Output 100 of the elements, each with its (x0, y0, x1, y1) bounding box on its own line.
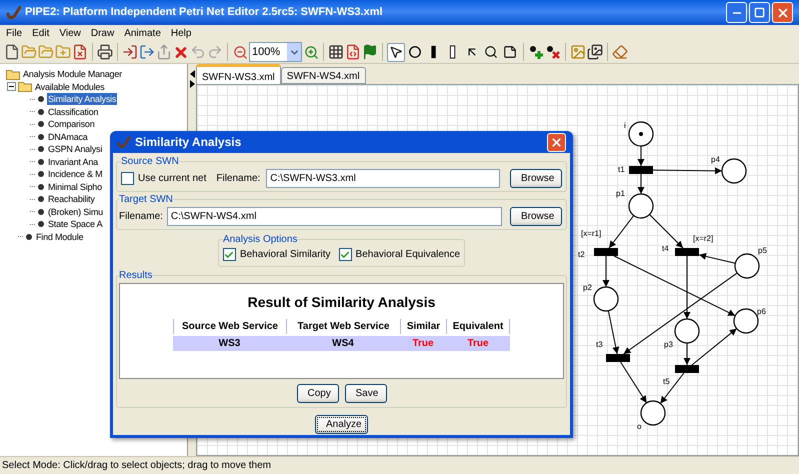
bullet-icon (38, 146, 44, 152)
tree-item[interactable]: Comparison (47, 118, 96, 130)
tree-item[interactable]: Minimal Sipho (47, 180, 103, 193)
minimize-button[interactable] (726, 2, 747, 23)
arc-arrow (652, 167, 722, 174)
eraser-icon[interactable] (612, 44, 628, 60)
menu-item[interactable]: File (2, 26, 26, 40)
results-heading: Result of Similarity Analysis (248, 293, 436, 312)
pipe-icon (6, 6, 21, 20)
close-button[interactable] (772, 2, 793, 23)
folder-icon (6, 68, 20, 80)
bullet-icon (38, 108, 44, 115)
arc-arrow (608, 215, 634, 248)
checkbox[interactable] (222, 248, 236, 261)
file-tab[interactable]: SWFN-WS3.xml (196, 64, 281, 84)
tree-item[interactable]: State Space A (47, 218, 104, 230)
checkbox[interactable] (338, 248, 352, 261)
code-icon[interactable] (345, 44, 361, 60)
bullet-icon (38, 171, 44, 178)
transition-bar (675, 365, 699, 373)
checkbox[interactable] (121, 172, 134, 185)
maximize-icon (754, 7, 765, 18)
checkbox-label: Use current net (138, 172, 206, 186)
filename-field[interactable]: C:\SWFN-WS3.xml (266, 169, 500, 188)
table-cell-text: WS4 (331, 337, 355, 351)
status-text: Select Mode: Click/drag to select objects; drag to move them (2, 459, 272, 473)
filename-field[interactable]: C:\SWFN-WS4.xml (166, 207, 502, 226)
export-icon[interactable] (122, 44, 138, 60)
folder-icon (18, 81, 32, 92)
browse-button[interactable]: Browse (510, 169, 562, 188)
new-file-icon[interactable] (4, 44, 20, 60)
bullet-icon (38, 134, 44, 140)
bullet-icon (38, 121, 44, 128)
delete-token-icon[interactable] (545, 44, 561, 60)
images-icon[interactable] (587, 44, 603, 60)
export-icon[interactable] (139, 44, 155, 60)
field-label: Filename: (119, 210, 163, 224)
field-label: Filename: (216, 172, 260, 186)
browse-button[interactable]: Browse (510, 207, 562, 226)
place-label: p4 (711, 155, 720, 164)
tree-item[interactable]: Invariant Ana (47, 156, 99, 168)
close-button[interactable] (547, 132, 566, 152)
tree-item[interactable]: Similarity Analysis (47, 93, 118, 106)
analyze-button[interactable]: Analyze (315, 415, 368, 434)
bullet-icon (38, 196, 44, 202)
printer-icon[interactable] (97, 44, 113, 60)
arc-arrow (602, 256, 610, 288)
group-legend: Target SWN (119, 192, 173, 207)
menu-item[interactable]: Draw (86, 26, 118, 40)
arc-arrow (620, 362, 648, 404)
tree-item[interactable]: GSPN Analysi (47, 143, 104, 156)
bullet-icon (38, 184, 44, 190)
place-label: p2 (583, 283, 592, 292)
place-label: p5 (758, 246, 767, 255)
guard-label: [x=r1] (581, 229, 602, 238)
checkbox-label: Behavioral Similarity (240, 248, 331, 262)
grid-icon[interactable] (328, 44, 344, 60)
note-icon (503, 45, 517, 59)
arc-arrow (660, 372, 684, 404)
zoom-in-icon[interactable] (303, 44, 319, 60)
delete-icon[interactable] (173, 44, 189, 60)
transition-bar (675, 248, 699, 256)
transition-bar (629, 166, 653, 174)
close-icon (550, 136, 563, 148)
magnifier-icon (484, 45, 498, 59)
place-label: p3 (664, 340, 673, 349)
bullet-icon (38, 158, 44, 165)
action-button[interactable]: Save (344, 384, 386, 403)
pointer-tool[interactable] (387, 42, 405, 62)
menu-item[interactable]: Help (166, 26, 196, 40)
table-cell-text: True (466, 337, 490, 351)
collapse-icon[interactable] (7, 82, 16, 92)
bullet-icon (38, 208, 44, 215)
tree-item[interactable]: Incidence & M (47, 168, 104, 180)
action-button[interactable]: Copy (296, 384, 338, 403)
tree-item[interactable]: Reachability (47, 193, 96, 206)
tree-item[interactable]: (Broken) Simu (47, 206, 104, 218)
flag-icon[interactable] (362, 44, 378, 60)
add-token-icon[interactable] (528, 44, 544, 60)
menu-item[interactable]: Edit (28, 26, 54, 40)
tree-item[interactable]: Classification (47, 106, 100, 118)
transition-label: t1 (618, 165, 625, 174)
menu-item[interactable]: Animate (120, 26, 165, 40)
file-close-icon[interactable] (72, 44, 88, 60)
table-cell-text: WS3 (218, 337, 242, 351)
transition-label: t2 (578, 250, 585, 259)
table-header: Similar (400, 319, 446, 334)
zoom-dropdown[interactable]: 100% (249, 42, 302, 62)
pipe-icon (117, 136, 130, 148)
transition-label: t5 (663, 377, 670, 386)
file-tab[interactable]: SWFN-WS4.xml (280, 67, 366, 84)
tree-item[interactable]: DNAmaca (47, 130, 89, 143)
tree-item[interactable]: Analysis Module Manager (22, 68, 123, 80)
zoom-out-icon[interactable] (232, 44, 248, 60)
tree-item[interactable]: Find Module (35, 230, 84, 243)
menu-item[interactable]: View (55, 26, 85, 40)
tree-item[interactable]: Available Modules (34, 80, 106, 93)
group-legend: Results (119, 268, 152, 283)
maximize-button[interactable] (749, 2, 770, 23)
place-label: o (637, 422, 642, 431)
